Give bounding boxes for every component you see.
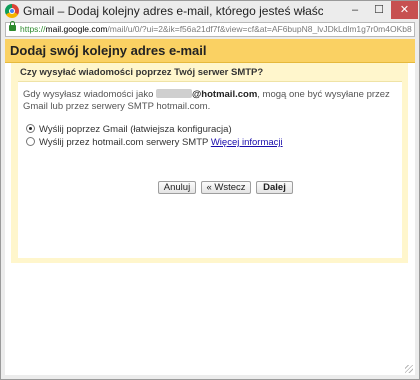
dialog-title: Dodaj swój kolejny adres e-mail	[10, 43, 207, 58]
browser-popup-window: Gmail – Dodaj kolejny adres e-mail, któr…	[0, 0, 420, 380]
next-button[interactable]: Dalej	[256, 181, 293, 194]
title-bar[interactable]: Gmail – Dodaj kolejny adres e-mail, któr…	[1, 1, 419, 21]
radio-send-via-smtp[interactable]	[26, 137, 35, 146]
dialog-header: Dodaj swój kolejny adres e-mail	[5, 39, 415, 63]
smtp-panel: Czy wysyłać wiadomości poprzez Twój serw…	[11, 63, 408, 263]
cancel-button[interactable]: Anuluj	[158, 181, 196, 194]
email-domain: @hotmail.com	[192, 89, 258, 100]
back-button[interactable]: « Wstecz	[201, 181, 251, 194]
smtp-question: Czy wysyłać wiadomości poprzez Twój serw…	[20, 67, 264, 78]
window-title: Gmail – Dodaj kolejny adres e-mail, któr…	[23, 4, 323, 18]
close-button[interactable]: ✕	[391, 1, 418, 19]
lock-icon	[9, 21, 16, 31]
url-host: mail.google.com	[45, 24, 108, 34]
option-send-via-smtp-label[interactable]: Wyślij przez hotmail.com serwery SMTP	[39, 137, 208, 148]
dialog-content: Dodaj swój kolejny adres e-mail Czy wysy…	[5, 39, 415, 375]
minimize-button[interactable]: –	[343, 1, 367, 19]
maximize-button[interactable]: ☐	[367, 1, 391, 19]
description-text: Gdy wysyłasz wiadomości jako @hotmail.co…	[23, 89, 399, 112]
address-bar[interactable]: https://mail.google.com/mail/u/0/?ui=2&i…	[5, 21, 415, 37]
chrome-icon	[5, 4, 19, 18]
url-path: /mail/u/0/?ui=2&ik=f56a21df7f&view=cf&at…	[107, 24, 412, 34]
description-prefix: Gdy wysyłasz wiadomości jako	[23, 89, 154, 100]
option-send-via-gmail-label[interactable]: Wyślij poprzez Gmail (łatwiejsza konfigu…	[39, 124, 232, 135]
url-text[interactable]: https://mail.google.com/mail/u/0/?ui=2&i…	[20, 24, 412, 34]
option-send-via-smtp[interactable]: Wyślij przez hotmail.com serwery SMTP Wi…	[26, 137, 283, 148]
radio-send-via-gmail[interactable]	[26, 124, 35, 133]
redacted-username	[156, 89, 193, 98]
more-info-link[interactable]: Więcej informacji	[211, 137, 283, 148]
resize-grip-icon[interactable]	[405, 365, 413, 373]
url-scheme: https://	[20, 24, 46, 34]
options-area: Gdy wysyłasz wiadomości jako @hotmail.co…	[18, 81, 402, 258]
option-send-via-gmail[interactable]: Wyślij poprzez Gmail (łatwiejsza konfigu…	[26, 124, 232, 135]
